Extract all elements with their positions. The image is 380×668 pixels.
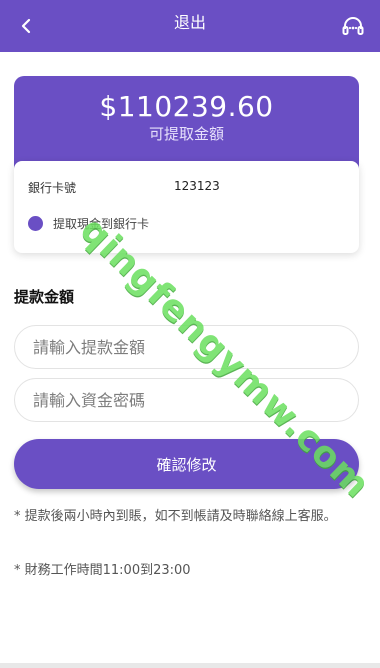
withdraw-notice: * 提款後兩小時內到賬，如不到帳請及時聯絡線上客服。	[14, 509, 337, 524]
withdraw-amount-input[interactable]	[14, 325, 359, 369]
headset-icon	[342, 17, 364, 35]
radio-selected-icon[interactable]	[28, 216, 43, 231]
top-bar: 退出	[0, 0, 380, 52]
balance-label: 可提取金額	[148, 125, 224, 143]
bottom-bar	[0, 663, 380, 668]
balance-amount: $110239.60	[99, 90, 274, 123]
page-title: 退出	[173, 13, 206, 32]
withdraw-to-bank-option[interactable]: 提取現金到銀行卡	[28, 215, 149, 232]
bank-card-label: 銀行卡號	[28, 181, 77, 195]
working-hours-notice: * 財務工作時間11:00到23:00	[14, 563, 191, 578]
bank-card-number: 123123	[174, 179, 220, 193]
withdraw-amount-heading: 提款金額	[14, 288, 75, 306]
confirm-button[interactable]: 確認修改	[14, 439, 359, 489]
withdraw-to-bank-label: 提取現金到銀行卡	[53, 217, 150, 231]
customer-service-button[interactable]	[340, 14, 366, 40]
fund-password-input[interactable]	[14, 378, 359, 422]
bank-card-panel: 銀行卡號 123123 提取現金到銀行卡	[14, 161, 359, 253]
